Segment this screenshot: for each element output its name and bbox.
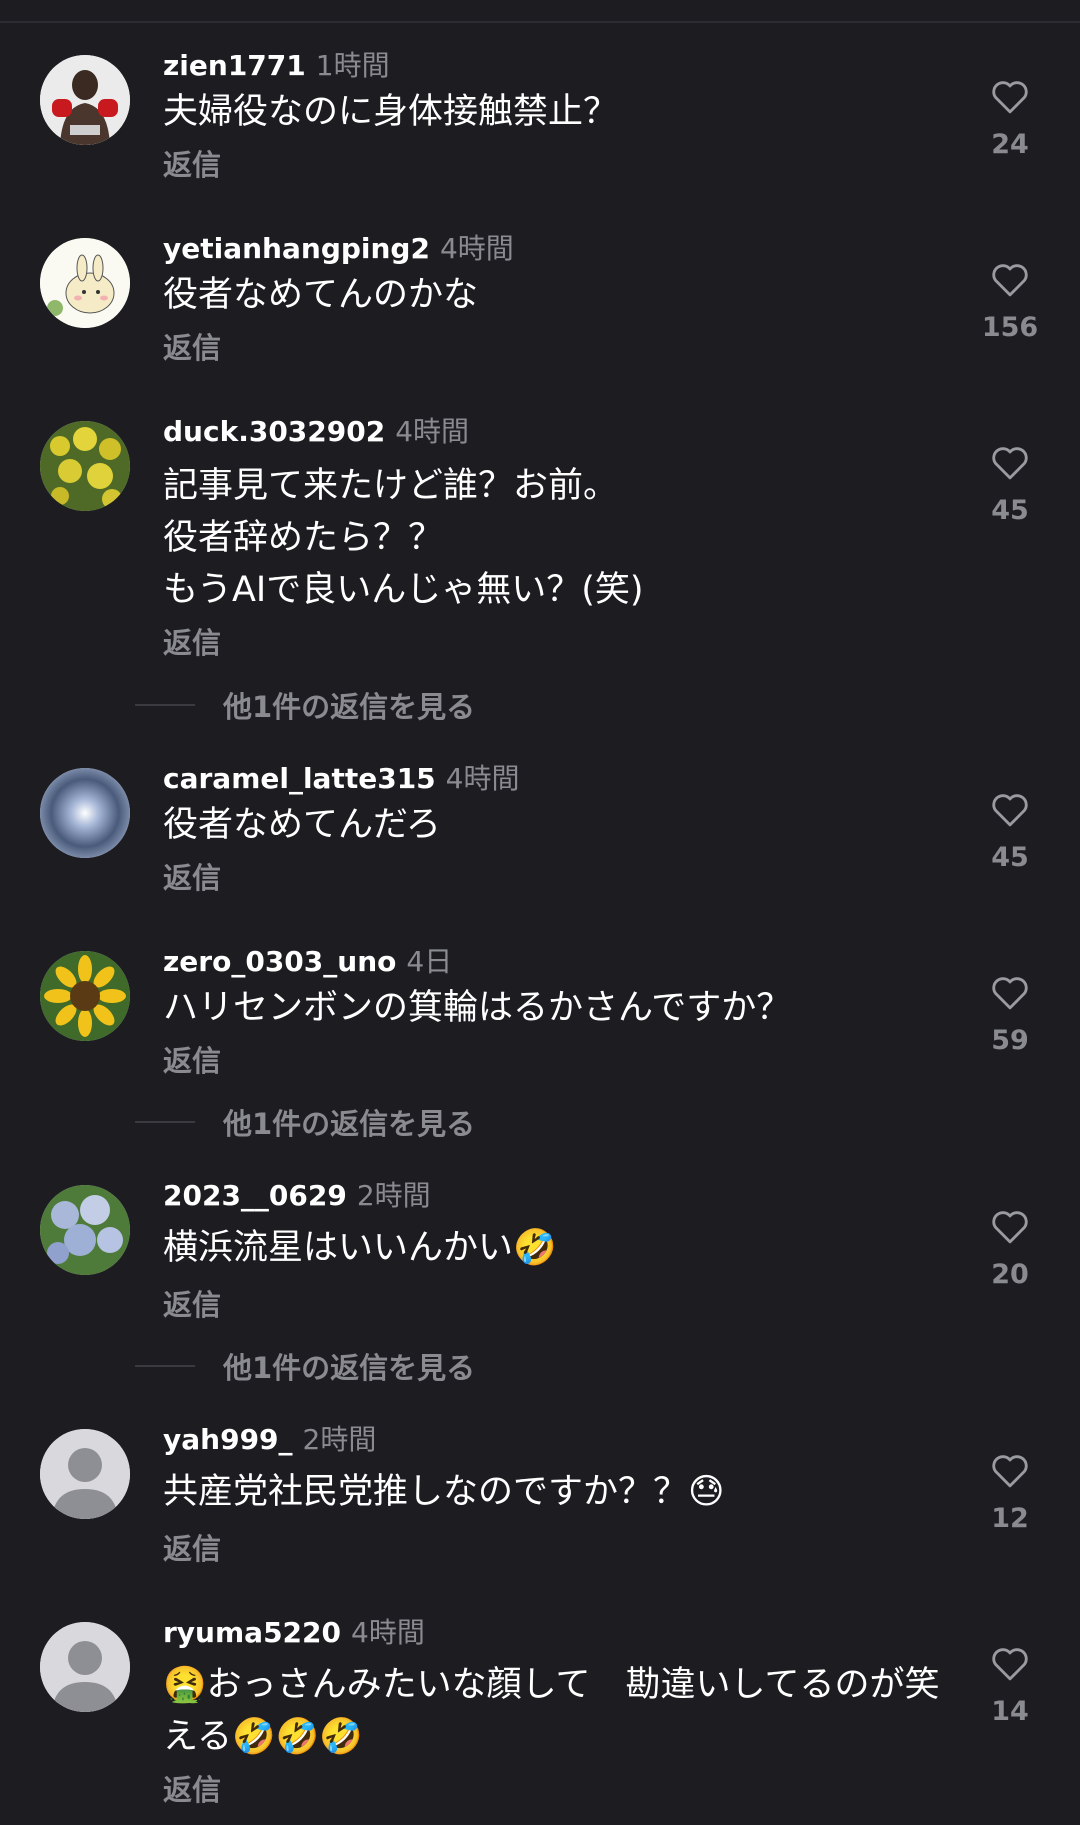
rapeseed-flowers-avatar-image (40, 421, 130, 511)
comment-meta: 2023__0629 2時間 (163, 1174, 431, 1214)
heart-outline-icon (992, 81, 1028, 114)
timestamp: 1時間 (315, 49, 390, 82)
like-button[interactable]: 45 (960, 443, 1060, 526)
comment-meta: yah999_ 2時間 (163, 1418, 376, 1458)
like-button[interactable]: 20 (960, 1207, 1060, 1290)
avatar[interactable] (40, 238, 130, 328)
comment-meta: yetianhangping2 4時間 (163, 227, 514, 267)
comment-meta: ryuma5220 4時間 (163, 1611, 425, 1651)
bunny-avatar-image (40, 238, 130, 328)
avatar[interactable] (40, 55, 130, 145)
heart-outline-icon (992, 1455, 1028, 1488)
divider-line (135, 704, 195, 706)
comment-meta: duck.3032902 4時間 (163, 410, 469, 450)
heart-outline-icon (992, 447, 1028, 480)
timestamp: 2時間 (302, 1423, 377, 1456)
username[interactable]: yah999_ (163, 1423, 293, 1456)
timestamp: 4時間 (445, 762, 520, 795)
sunflower-avatar-image (40, 951, 130, 1041)
like-count: 45 (991, 842, 1029, 873)
comment-text: 記事見て来たけど誰？お前。 役者辞めたら？？ もうAIで良いんじゃ無い？(笑) (163, 466, 644, 610)
view-more-replies[interactable]: 他1件の返信を見る (135, 685, 475, 725)
like-count: 45 (991, 495, 1029, 526)
top-divider (0, 21, 1080, 23)
username[interactable]: zero_0303_uno (163, 945, 396, 978)
timestamp: 4時間 (351, 1616, 425, 1649)
like-count: 14 (991, 1696, 1029, 1727)
comment-text: 横浜流星はいいんかい🤣 (163, 1228, 557, 1268)
avatar[interactable] (40, 1622, 130, 1712)
boxer-avatar-image (40, 55, 130, 145)
avatar[interactable] (40, 768, 130, 858)
like-button[interactable]: 45 (960, 790, 1060, 873)
hydrangea-avatar-image (40, 1185, 130, 1275)
like-count: 59 (991, 1025, 1029, 1056)
username[interactable]: duck.3032902 (163, 415, 385, 448)
avatar[interactable] (40, 951, 130, 1041)
heart-outline-icon (992, 977, 1028, 1010)
avatar[interactable] (40, 1185, 130, 1275)
timestamp: 2時間 (356, 1179, 431, 1212)
like-count: 24 (991, 129, 1029, 160)
reply-button[interactable]: 返信 (163, 1282, 221, 1324)
reply-button[interactable]: 返信 (163, 1767, 221, 1809)
username[interactable]: caramel_latte315 (163, 762, 436, 795)
heart-outline-icon (992, 1211, 1028, 1244)
comment-text: 共産党社民党推しなのですか？？😓 (163, 1472, 725, 1512)
comment-meta: caramel_latte315 4時間 (163, 757, 520, 797)
reply-button[interactable]: 返信 (163, 1038, 221, 1080)
view-more-replies[interactable]: 他1件の返信を見る (135, 1346, 475, 1386)
view-more-replies-label: 他1件の返信を見る (223, 1107, 476, 1141)
comment-text: 🤮おっさんみたいな顔して 勘違いしてるのが笑える🤣🤣🤣 (163, 1665, 940, 1757)
like-count: 20 (991, 1259, 1029, 1290)
comment-text: ハリセンボンの箕輪はるかさんですか？ (163, 988, 792, 1028)
like-count: 156 (981, 312, 1039, 343)
person-silhouette-icon (40, 1622, 130, 1712)
heart-outline-icon (992, 794, 1028, 827)
comment-meta: zero_0303_uno 4日 (163, 940, 452, 980)
comment-meta: zien1771 1時間 (163, 44, 390, 84)
reply-button[interactable]: 返信 (163, 1526, 221, 1568)
avatar[interactable] (40, 1429, 130, 1519)
username[interactable]: zien1771 (163, 49, 306, 82)
username[interactable]: 2023__0629 (163, 1179, 347, 1212)
like-button[interactable]: 156 (960, 260, 1060, 343)
like-button[interactable]: 59 (960, 973, 1060, 1056)
timestamp: 4時間 (439, 232, 514, 265)
like-button[interactable]: 24 (960, 77, 1060, 160)
username[interactable]: yetianhangping2 (163, 232, 430, 265)
heart-outline-icon (992, 1648, 1028, 1681)
glowing-orb-avatar-image (40, 768, 130, 858)
timestamp: 4時間 (395, 415, 470, 448)
view-more-replies-label: 他1件の返信を見る (223, 1351, 476, 1385)
timestamp: 4日 (406, 945, 453, 978)
like-button[interactable]: 14 (960, 1644, 1060, 1727)
view-more-replies-label: 他1件の返信を見る (223, 690, 476, 724)
reply-button[interactable]: 返信 (163, 855, 221, 897)
comment-text: 夫婦役なのに身体接触禁止？ (163, 92, 619, 132)
reply-button[interactable]: 返信 (163, 325, 221, 367)
username[interactable]: ryuma5220 (163, 1616, 341, 1649)
comment-text: 役者なめてんのかな (163, 275, 479, 315)
reply-button[interactable]: 返信 (163, 142, 221, 184)
like-button[interactable]: 12 (960, 1451, 1060, 1534)
divider-line (135, 1121, 195, 1123)
reply-button[interactable]: 返信 (163, 620, 221, 662)
like-count: 12 (991, 1503, 1029, 1534)
divider-line (135, 1365, 195, 1367)
person-silhouette-icon (40, 1429, 130, 1519)
heart-outline-icon (992, 264, 1028, 297)
comment-text: 役者なめてんだろ (163, 805, 441, 845)
view-more-replies[interactable]: 他1件の返信を見る (135, 1102, 475, 1142)
avatar[interactable] (40, 421, 130, 511)
